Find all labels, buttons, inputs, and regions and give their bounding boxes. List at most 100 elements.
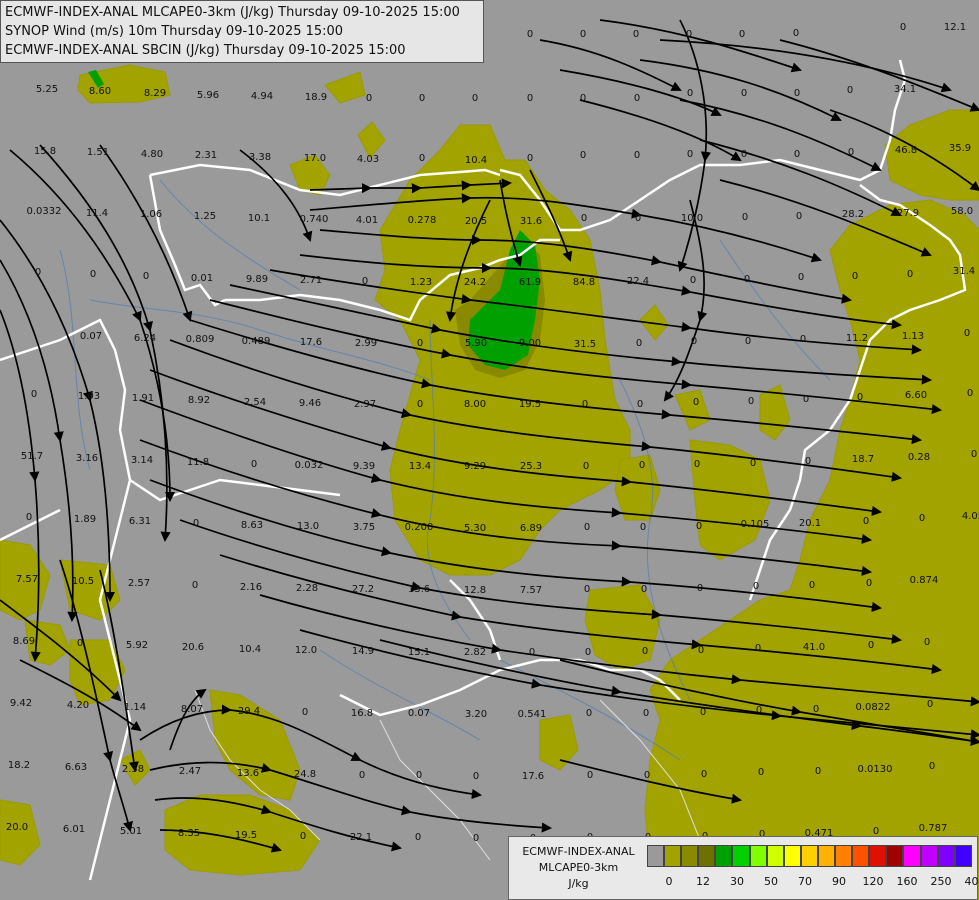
cin-value-label: 6.63 <box>65 762 87 773</box>
cin-value-label: 0 <box>907 269 913 280</box>
cin-value-label: 2.97 <box>354 399 376 410</box>
cin-value-label: 0 <box>419 153 425 164</box>
cin-value-label: 0.0332 <box>27 206 62 217</box>
legend-tick-label: 50 <box>764 875 778 888</box>
cin-value-label: 18.2 <box>8 760 30 771</box>
cin-value-label: 7.57 <box>520 585 542 596</box>
cin-value-label: 17.0 <box>304 153 326 164</box>
cin-value-label: 0 <box>701 769 707 780</box>
cin-value-label: 5.96 <box>197 90 219 101</box>
cin-value-label: 0 <box>640 522 646 533</box>
cin-value-label: 0 <box>641 584 647 595</box>
cin-value-label: 4.01 <box>356 215 378 226</box>
cin-value-label: 1.91 <box>132 393 154 404</box>
cin-value-label: 20.6 <box>182 642 204 653</box>
legend-swatch <box>903 845 921 867</box>
legend-swatch <box>766 845 784 867</box>
cin-value-label: 13.4 <box>409 461 431 472</box>
legend-tick-label: 120 <box>862 875 884 888</box>
legend-tick-label: 400 <box>964 875 979 888</box>
cin-value-label: 0 <box>857 392 863 403</box>
cin-value-label: 0.787 <box>919 823 948 834</box>
cin-value-label: 0 <box>755 643 761 654</box>
cin-value-label: 1.13 <box>902 331 924 342</box>
cin-value-label: 0 <box>847 85 853 96</box>
legend-source: ECMWF-INDEX-ANAL <box>522 845 635 858</box>
cin-value-label: 0 <box>809 580 815 591</box>
legend-swatch <box>886 845 904 867</box>
cin-value-label: 19.5 <box>235 830 257 841</box>
legend-swatch <box>664 845 682 867</box>
cin-value-label: 12.8 <box>464 585 486 596</box>
cin-value-label: 0 <box>415 832 421 843</box>
cin-value-label: 0 <box>687 88 693 99</box>
cin-value-label: 10.4 <box>239 644 261 655</box>
cin-value-label: 2.82 <box>464 647 486 658</box>
cin-value-label: 15.8 <box>34 146 56 157</box>
legend-swatch <box>817 845 836 867</box>
cin-value-label: 84.8 <box>573 277 595 288</box>
cin-value-label: 3.20 <box>465 709 487 720</box>
cin-value-label: 13.6 <box>408 584 430 595</box>
cin-value-label: 0 <box>815 766 821 777</box>
cin-value-label: 16.8 <box>351 708 373 719</box>
cin-value-label: 9.89 <box>246 274 268 285</box>
cin-value-label: 0 <box>643 708 649 719</box>
cin-value-label: 0 <box>585 647 591 658</box>
cin-value-label: 0 <box>698 645 704 656</box>
cin-value-label: 2.31 <box>195 150 217 161</box>
cin-value-label: 5.90 <box>465 338 487 349</box>
cin-value-label: 13.0 <box>297 521 319 532</box>
cin-value-label: 10.5 <box>72 576 94 587</box>
cin-value-label: 0 <box>587 770 593 781</box>
cin-value-label: 0 <box>359 770 365 781</box>
legend-swatch <box>852 845 870 867</box>
cin-value-label: 58.0 <box>951 206 973 217</box>
cin-value-label: 0.0822 <box>856 702 891 713</box>
legend-tick-label: 70 <box>798 875 812 888</box>
cin-value-label: 6.24 <box>134 333 156 344</box>
cin-value-label: 8.63 <box>241 520 263 531</box>
cin-value-label: 0 <box>753 581 759 592</box>
cin-value-label: 0 <box>848 147 854 158</box>
legend-tick-label: 30 <box>730 875 744 888</box>
cin-value-label: 5.30 <box>464 523 486 534</box>
cin-value-label: 2.58 <box>122 764 144 775</box>
cin-value-label: 0 <box>745 336 751 347</box>
cin-value-label: 0 <box>967 388 973 399</box>
cin-value-label: 17.6 <box>522 771 544 782</box>
cin-value-label: 0 <box>31 389 37 400</box>
cin-value-label: 0.874 <box>910 575 939 586</box>
cin-value-label: 0 <box>805 456 811 467</box>
cin-value-label: 0 <box>794 88 800 99</box>
cin-value-label: 0.809 <box>186 334 215 345</box>
cin-value-label: 6.01 <box>63 824 85 835</box>
cin-value-label: 18.7 <box>852 454 874 465</box>
cin-value-label: 46.8 <box>895 145 917 156</box>
cin-value-label: 0 <box>742 212 748 223</box>
cin-value-label: 0 <box>796 211 802 222</box>
cin-value-label: 9.42 <box>10 698 32 709</box>
cin-value-label: 0 <box>900 22 906 33</box>
cin-value-label: 0 <box>302 707 308 718</box>
cin-value-label: 19.5 <box>519 399 541 410</box>
cin-value-label: 0 <box>417 338 423 349</box>
cin-value-label: 10.4 <box>465 155 487 166</box>
cin-value-label: 6.89 <box>520 523 542 534</box>
cin-value-label: 0 <box>633 29 639 40</box>
legend-ticks: 0 12 30 50 70 90 120 160 250 400 <box>647 875 979 889</box>
cape-area-mid-e2 <box>614 454 661 521</box>
cin-value-label: 61.9 <box>519 277 541 288</box>
cin-value-label: 6.31 <box>129 516 151 527</box>
cin-value-label: 29.4 <box>238 706 260 717</box>
legend-swatch <box>920 845 938 867</box>
cin-value-label: 8.69 <box>13 636 35 647</box>
cin-value-label: 0 <box>919 513 925 524</box>
cin-value-label: 0 <box>584 522 590 533</box>
cin-value-label: 8.00 <box>464 399 486 410</box>
cin-value-label: 0 <box>634 150 640 161</box>
cin-value-label: 0 <box>971 449 977 460</box>
cin-value-label: 35.9 <box>949 143 971 154</box>
legend: ECMWF-INDEX-ANAL MLCAPE0-3km J/kg 0 12 30 5… <box>508 836 979 900</box>
cin-value-label: 0 <box>927 699 933 710</box>
